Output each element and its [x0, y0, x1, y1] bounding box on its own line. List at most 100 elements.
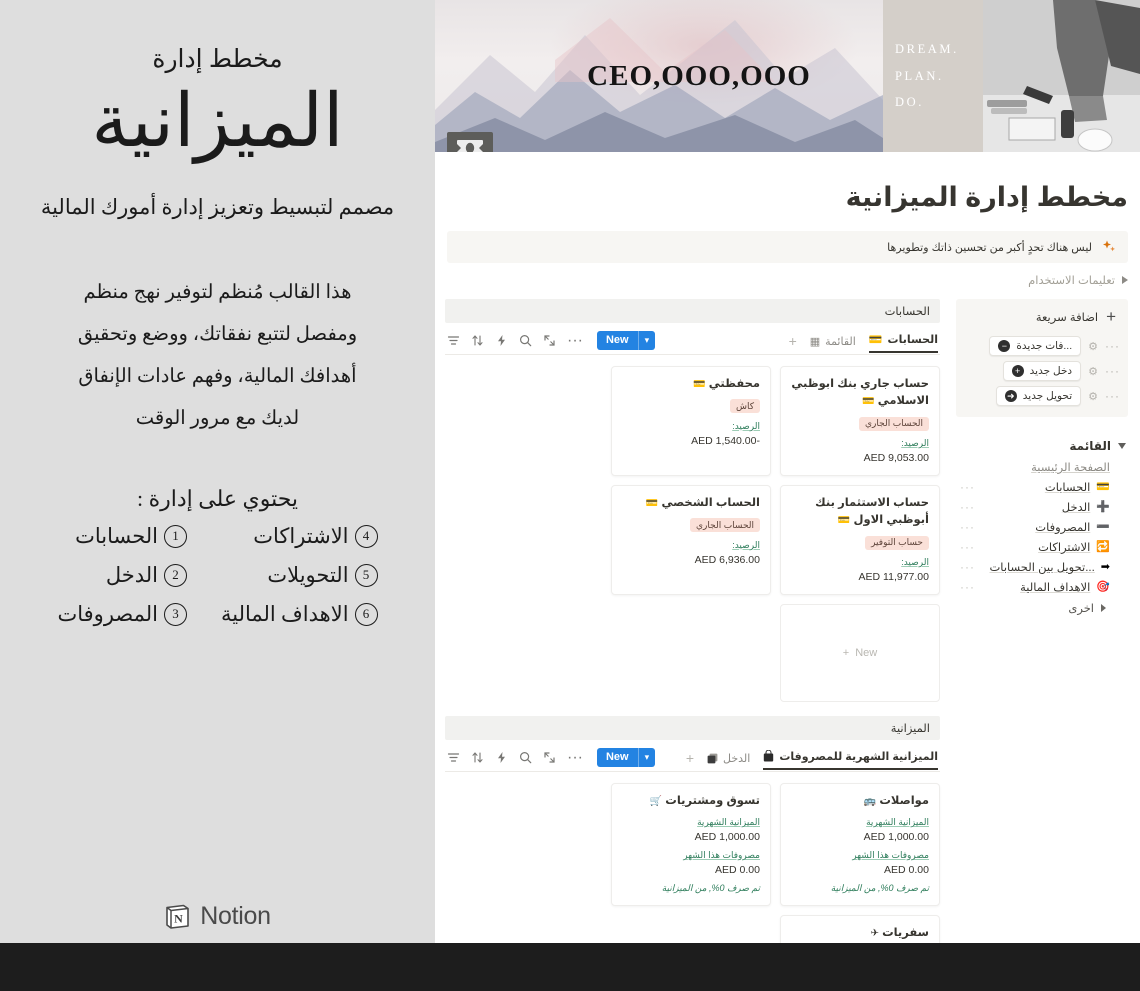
balance-value: AED 9,053.00: [863, 452, 929, 464]
new-income-button[interactable]: دخل جديد +: [1002, 361, 1082, 381]
account-card-title: الحساب الشخصي 💳: [622, 495, 760, 512]
sparkles-icon: [1102, 240, 1116, 254]
new-account-button[interactable]: New ▾: [596, 331, 656, 350]
more-icon[interactable]: ···: [567, 332, 583, 350]
account-card[interactable]: محفظتي 💳 كاش الرصيد: -AED 1,540.00: [611, 366, 771, 476]
promo-description-line1: هذا القالب مُنظم لتوفير نهج منظم: [83, 282, 352, 304]
more-icon[interactable]: ···: [960, 540, 975, 554]
credit-card-icon: 💳: [862, 396, 875, 408]
money-banknote-icon: [457, 140, 483, 152]
budget-percent-text: تم صرف 0%, من الميزانية: [661, 883, 760, 894]
gear-icon[interactable]: ⚙: [1088, 390, 1098, 403]
menu-item-other[interactable]: اخرى: [956, 597, 1128, 615]
filter-icon[interactable]: [447, 334, 460, 347]
menu-item-goals[interactable]: 🎯 الاهداف المالية ···: [956, 577, 1128, 597]
account-card[interactable]: حساب الاستثمار بنك أبوظبي الاول 💳 حساب ا…: [780, 485, 940, 595]
account-card[interactable]: حساب جاري بنك ابوظبي الاسلامي 💳 الحساب ا…: [780, 366, 940, 476]
search-icon[interactable]: [519, 334, 532, 347]
tab-monthly-expense-budget[interactable]: الميزانية الشهرية للمصروفات: [763, 750, 938, 770]
menu-header[interactable]: القائمة: [956, 437, 1128, 455]
new-account-card[interactable]: + New: [780, 604, 940, 702]
account-card[interactable]: الحساب الشخصي 💳 الحساب الجاري الرصيد: AE…: [611, 485, 771, 595]
plus-circle-icon: +: [1011, 365, 1024, 377]
instructions-toggle[interactable]: تعليمات الاستخدام: [447, 273, 1128, 287]
sort-icon[interactable]: [471, 751, 484, 764]
lightning-icon[interactable]: [495, 751, 508, 764]
new-button-label: New: [605, 334, 629, 346]
list-item: 3 المصروفات: [57, 602, 187, 627]
tab-income[interactable]: الدخل: [707, 752, 750, 770]
month-expense-value: AED 0.00: [884, 864, 929, 877]
page-cover[interactable]: CEO,OOO,OOO DREAM. PLAN. DO.: [435, 0, 1140, 152]
budget-tool-icons: ··· New ▾: [447, 748, 656, 771]
promo-tagline: مصمم لتبسيط وتعزيز إدارة أمورك المالية: [41, 187, 394, 228]
sort-icon[interactable]: [471, 334, 484, 347]
more-icon[interactable]: ···: [960, 520, 975, 534]
plus-icon[interactable]: +: [1106, 308, 1116, 325]
chevron-down-icon[interactable]: ▾: [639, 748, 656, 767]
budget-card[interactable]: تسوق ومشتريات 🛒 الميزانية الشهرية AED 1,…: [611, 783, 771, 907]
tab-accounts[interactable]: الحسابات 💳: [868, 333, 938, 353]
more-icon[interactable]: ···: [1105, 364, 1120, 378]
cover-photo: [983, 0, 1140, 152]
budget-toolbar: الميزانية الشهرية للمصروفات الدخل + ··· …: [445, 742, 940, 772]
list-item-label: التحويلات: [267, 562, 349, 587]
more-icon[interactable]: ···: [567, 749, 583, 767]
more-icon[interactable]: ···: [960, 580, 975, 594]
chevron-down-icon[interactable]: ▾: [639, 331, 656, 350]
quick-add-row: ··· ⚙ تحويل جديد ➜: [964, 386, 1120, 406]
budget-title-text: سفريات: [882, 927, 929, 940]
new-button-label: New: [605, 751, 629, 763]
promo-subtitle-top: مخطط إدارة: [152, 46, 283, 73]
expand-icon[interactable]: [543, 751, 556, 764]
balance-value: AED 6,936.00: [694, 553, 760, 566]
menu-item-transfers[interactable]: ➡ ...تحويل بين الحسابات ···: [956, 557, 1128, 577]
bag-icon: [763, 750, 774, 762]
page-icon[interactable]: [447, 132, 493, 152]
menu-item-label: الحسابات: [1044, 482, 1091, 494]
menu-item-accounts[interactable]: 💳 الحسابات ···: [956, 477, 1128, 497]
cover-slogan: DREAM. PLAN. DO.: [883, 0, 983, 152]
new-budget-button[interactable]: New ▾: [596, 748, 656, 767]
gear-icon[interactable]: ⚙: [1088, 340, 1098, 353]
new-expense-button[interactable]: ...فات جديدة −: [989, 336, 1082, 356]
more-icon[interactable]: ···: [960, 500, 975, 514]
menu-item-label: اخرى: [1068, 603, 1094, 615]
notion-wordmark: Notion: [200, 902, 271, 930]
expand-icon[interactable]: [543, 334, 556, 347]
account-type-badge: الحساب الجاري: [859, 416, 929, 431]
list-item: 6 الاهداف المالية: [221, 602, 378, 627]
list-item-label: الحسابات: [75, 523, 158, 548]
credit-card-icon: 💳: [868, 333, 883, 346]
search-icon[interactable]: [519, 751, 532, 764]
menu-item-subscriptions[interactable]: 🔁 الاشتراكات ···: [956, 537, 1128, 557]
cover-headline: CEO,OOO,OOO: [587, 59, 811, 92]
chevron-down-icon: [1118, 443, 1126, 449]
add-view-button[interactable]: +: [789, 334, 797, 353]
budget-title-text: مواصلات: [879, 795, 929, 807]
accounts-toolbar: الحسابات 💳 القائمة ▦ + ··· New ▾: [445, 325, 940, 355]
list-item-number: 2: [164, 563, 187, 587]
lightning-icon[interactable]: [495, 334, 508, 347]
gear-icon[interactable]: ⚙: [1088, 365, 1098, 378]
menu-item-home[interactable]: الصفحة الرئيسية: [956, 455, 1128, 477]
more-icon[interactable]: ···: [1105, 339, 1120, 353]
plus-circle-icon: ➕: [1096, 500, 1110, 513]
promo-description-line4: لديك مع مرور الوقت: [135, 407, 300, 429]
more-icon[interactable]: ···: [960, 560, 975, 574]
cards-stack-icon: [707, 753, 718, 764]
account-title-text: حساب جاري بنك ابوظبي الاسلامي: [791, 378, 929, 408]
filter-icon[interactable]: [447, 751, 460, 764]
accounts-tool-icons: ··· New ▾: [447, 331, 656, 354]
new-transfer-button[interactable]: تحويل جديد ➜: [995, 386, 1082, 406]
menu-item-expenses[interactable]: ➖ المصروفات ···: [956, 517, 1128, 537]
callout-text: ليس هناك تحدٍ أكبر من تحسين ذاتك وتطويره…: [887, 241, 1092, 254]
add-view-button[interactable]: +: [686, 751, 694, 770]
tab-list[interactable]: القائمة ▦: [810, 335, 856, 353]
menu-item-income[interactable]: ➕ الدخل ···: [956, 497, 1128, 517]
sidebar-column: + اضافة سريعة ··· ⚙ ...فات جديدة − ··· ⚙: [950, 299, 1140, 991]
more-icon[interactable]: ···: [1105, 389, 1120, 403]
more-icon[interactable]: ···: [960, 480, 975, 494]
monthly-budget-label: الميزانية الشهرية: [697, 817, 760, 828]
budget-card[interactable]: مواصلات 🚌 الميزانية الشهرية AED 1,000.00…: [780, 783, 940, 907]
